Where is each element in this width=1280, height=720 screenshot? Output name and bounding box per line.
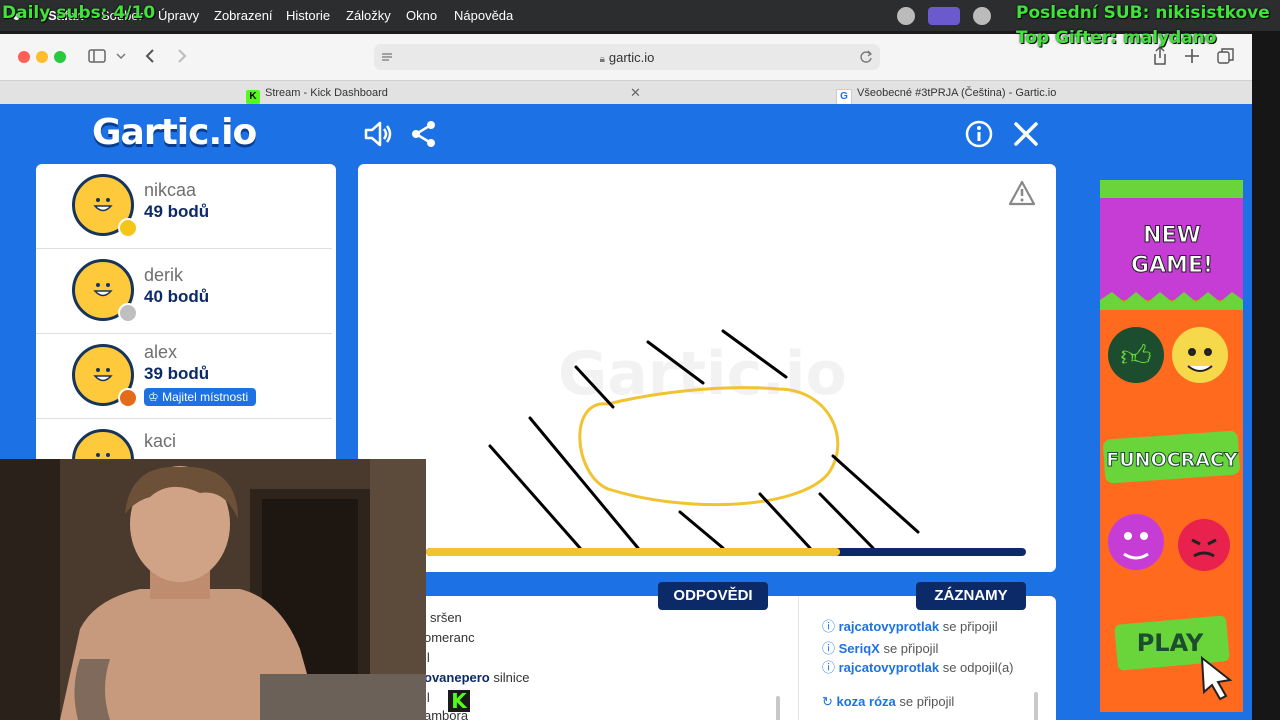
last-sub-overlay: Poslední SUB: nikisistkove xyxy=(1016,3,1270,23)
ad-headline-part: NEW xyxy=(1143,223,1201,248)
drawing: Gartic.io xyxy=(488,329,920,550)
minimize-window-button[interactable] xyxy=(36,51,48,63)
share-game-icon[interactable] xyxy=(408,118,440,150)
player-card[interactable]: alex 39 bodů ♔ Majitel místnosti xyxy=(36,334,332,419)
info-icon[interactable] xyxy=(963,118,995,150)
close-window-button[interactable] xyxy=(18,51,30,63)
loading-icon: ↻ xyxy=(822,694,837,709)
funocracy-logo: FUNOCRACY xyxy=(1106,449,1238,471)
status-dot xyxy=(118,388,138,408)
info-icon: ⓘ xyxy=(822,619,839,634)
ad-banner[interactable]: NEW GAME! 👍︎ FUNOCRACY PLAY xyxy=(1100,180,1243,712)
share-icon[interactable] xyxy=(1152,46,1168,66)
drawing-canvas[interactable]: Gartic.io xyxy=(358,164,1056,572)
top-gifter-overlay: Top Gifter: malydano xyxy=(1016,28,1217,48)
url-text: gartic.io xyxy=(608,50,655,65)
player-score: 49 bodů xyxy=(144,202,210,221)
chevron-down-icon[interactable] xyxy=(116,52,126,60)
info-icon: ⓘ xyxy=(822,660,839,675)
log-item: ⓘ SeriqX se připojil xyxy=(822,641,939,656)
close-icon[interactable] xyxy=(1010,118,1042,150)
log-scrollbar[interactable] xyxy=(1034,692,1038,720)
webcam-overlay xyxy=(0,459,426,720)
info-icon: ⓘ xyxy=(822,641,839,656)
cursor-icon xyxy=(1200,655,1233,701)
player-name: alex xyxy=(144,342,178,362)
status-dot xyxy=(118,303,138,323)
lock-icon: 🔒︎ xyxy=(599,54,605,65)
tab-gartic[interactable]: G Všeobecné #3tPRJA (Čeština) - Gartic.io xyxy=(836,81,1056,105)
player-name: kaci xyxy=(144,431,177,451)
webcam-feed xyxy=(0,459,426,720)
sound-icon[interactable] xyxy=(362,118,394,150)
answer-item: sršen xyxy=(430,610,462,625)
player-score: 40 bodů xyxy=(144,287,210,306)
menu-zalozky[interactable]: Záložky xyxy=(346,8,391,23)
answers-tab[interactable]: ODPOVĚDI xyxy=(658,582,768,610)
tab-overview-icon[interactable] xyxy=(1217,47,1235,65)
gartic-favicon-icon: G xyxy=(836,89,852,105)
player-score: 39 bodů xyxy=(144,364,210,383)
log-tab[interactable]: ZÁZNAMY xyxy=(916,582,1026,610)
address-bar[interactable]: 🔒︎ gartic.io xyxy=(374,44,880,70)
crown-icon: ♔ xyxy=(148,390,163,404)
ad-headline-part: GAME! xyxy=(1131,253,1213,278)
thumbs-up-icon: 👍︎ xyxy=(1120,340,1151,373)
report-warning-icon[interactable] xyxy=(1008,180,1036,206)
menu-upravy[interactable]: Úpravy xyxy=(158,8,199,23)
sidebar-icon[interactable] xyxy=(88,49,106,63)
gartic-logo: Gartic.io xyxy=(92,112,257,153)
log-item: ↻ koza róza se připojil xyxy=(822,694,955,709)
player-name: derik xyxy=(144,265,184,285)
answers-scrollbar[interactable] xyxy=(776,696,780,720)
player-card[interactable]: kaci xyxy=(36,419,332,464)
panel-divider xyxy=(798,596,799,720)
zoom-window-button[interactable] xyxy=(54,51,66,63)
room-owner-badge: ♔ Majitel místnosti xyxy=(144,388,257,406)
smiley-icon xyxy=(93,198,113,212)
status-dot xyxy=(118,218,138,238)
players-list: nikcaa 49 bodů derik 40 bodů alex 39 bod… xyxy=(36,164,336,464)
tab-kick-dashboard[interactable]: K Stream - Kick Dashboard xyxy=(246,81,388,105)
tab-bar: K Stream - Kick Dashboard ✕ G Všeobecné #3… xyxy=(0,80,1252,105)
smiley-icon xyxy=(93,368,113,382)
kick-logo-icon: K xyxy=(448,690,470,712)
new-tab-icon[interactable] xyxy=(1184,48,1200,64)
answer-item: ovanepero silnice xyxy=(424,670,530,685)
close-tab-icon[interactable]: ✕ xyxy=(630,81,641,105)
player-card[interactable]: derik 40 bodů xyxy=(36,249,332,334)
forward-icon[interactable] xyxy=(177,48,187,64)
menu-historie[interactable]: Historie xyxy=(286,8,330,23)
daily-subs-overlay: Daily subs: 4/10 xyxy=(2,3,156,23)
answer-item: omeranc xyxy=(424,630,475,645)
desktop-edge xyxy=(1252,31,1280,720)
timer-progress-bar xyxy=(426,548,1026,556)
menu-zobrazeni[interactable]: Zobrazení xyxy=(214,8,273,23)
player-name: nikcaa xyxy=(144,180,197,200)
reload-icon[interactable] xyxy=(859,50,873,64)
play-button-label: PLAY xyxy=(1137,629,1204,657)
menu-okno[interactable]: Okno xyxy=(406,8,437,23)
player-card[interactable]: nikcaa 49 bodů xyxy=(36,164,332,249)
screen-share-icon[interactable] xyxy=(928,7,960,25)
menu-napoveda[interactable]: Nápověda xyxy=(454,8,513,23)
tray-icon[interactable] xyxy=(897,7,915,25)
ad-artwork: NEW GAME! 👍︎ FUNOCRACY PLAY xyxy=(1100,180,1243,701)
kick-favicon-icon: K xyxy=(246,90,260,104)
smiley-icon xyxy=(93,283,113,297)
tray-icon-2[interactable] xyxy=(973,7,991,25)
back-icon[interactable] xyxy=(145,48,155,64)
watermark-logo: Gartic.io xyxy=(558,339,847,409)
log-item: ⓘ rajcatovyprotlak se odpojil(a) xyxy=(822,660,1014,675)
log-item: ⓘ rajcatovyprotlak se připojil xyxy=(822,619,998,634)
timer-progress-fill xyxy=(426,548,840,556)
